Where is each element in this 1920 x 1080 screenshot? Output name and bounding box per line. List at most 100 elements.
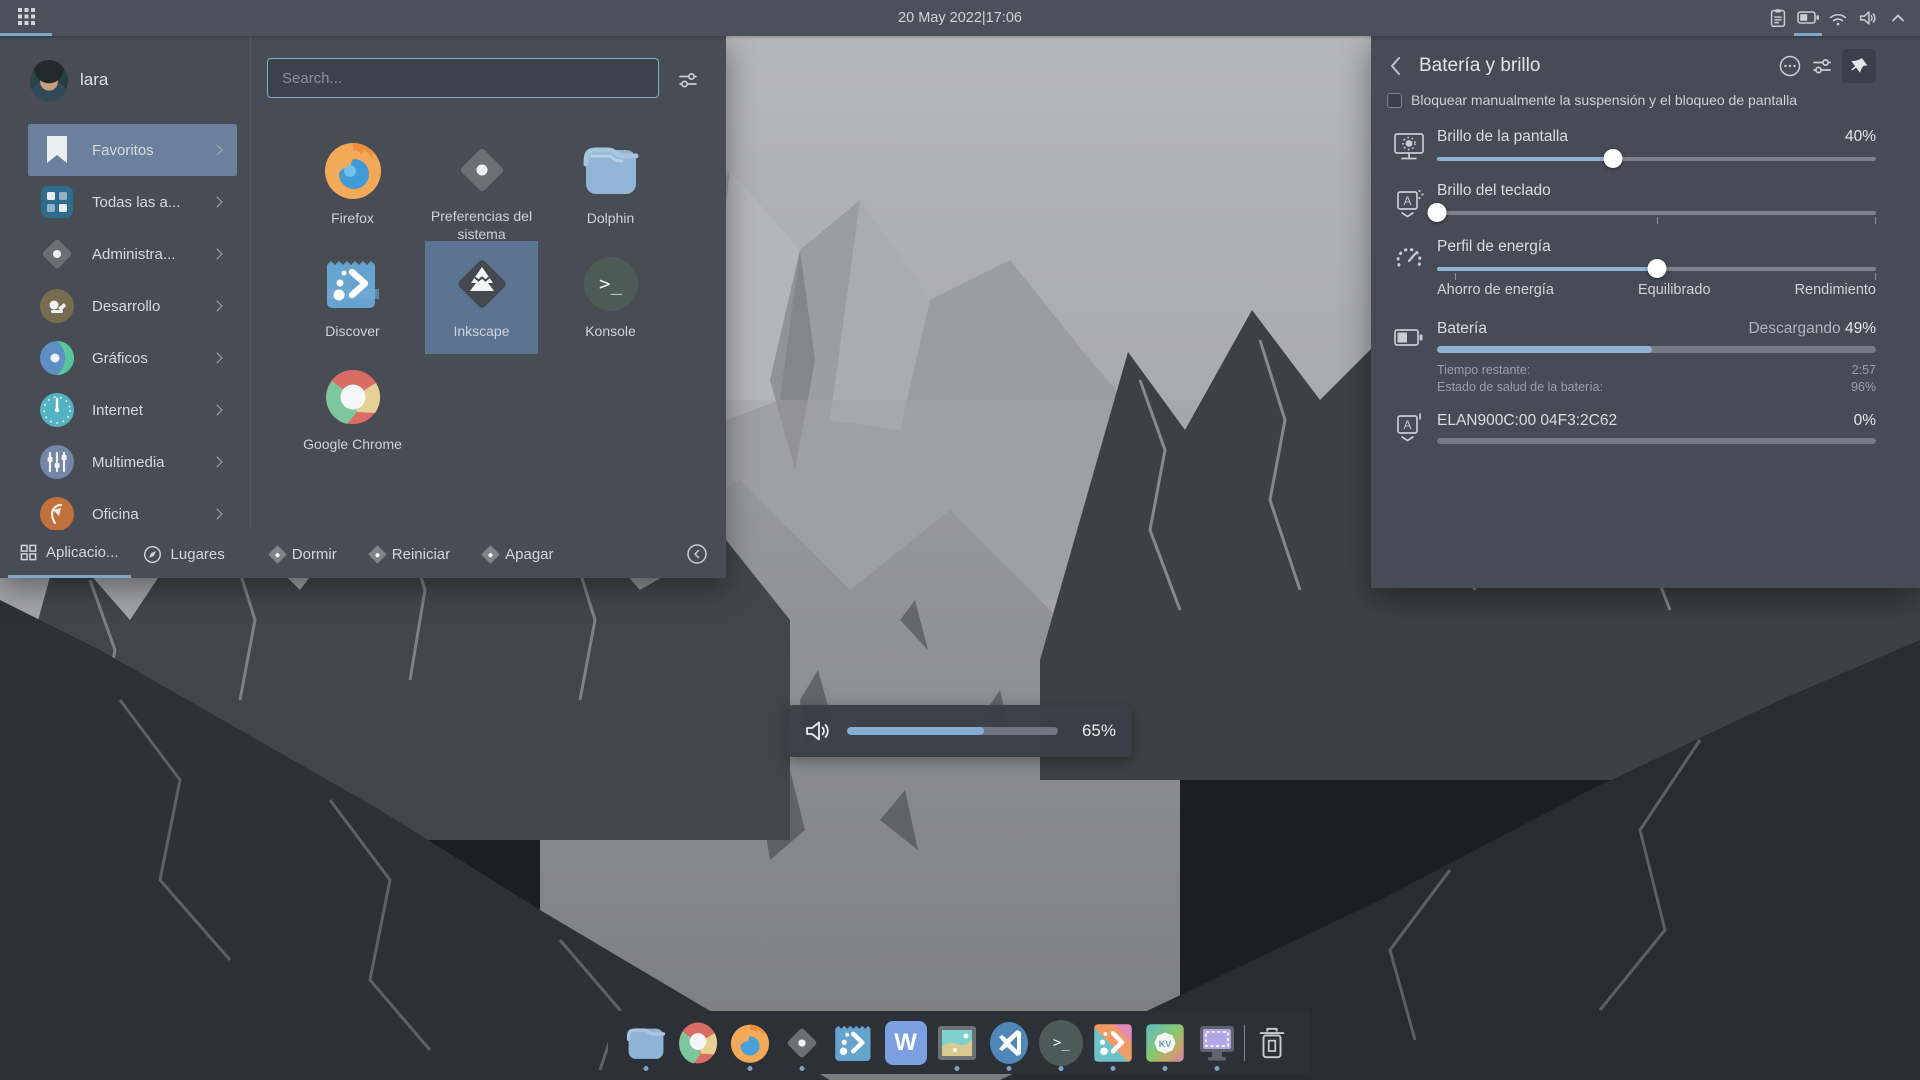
office-icon: [36, 493, 78, 535]
battery-icon[interactable]: [1794, 0, 1822, 36]
tab-lugares[interactable]: Lugares: [131, 530, 237, 578]
dock-item-dolphin[interactable]: [620, 1011, 672, 1074]
session-history-button[interactable]: [686, 530, 708, 578]
inkscape-icon: [451, 253, 513, 315]
battery-health-line: Estado de salud de la batería: 96%: [1437, 380, 1876, 394]
applet-header-icons: [1778, 49, 1876, 83]
slider-handle[interactable]: [1428, 203, 1447, 222]
slider-handle[interactable]: [1647, 259, 1666, 278]
dock-item-vscode[interactable]: [983, 1011, 1035, 1074]
display-config-icon: [1195, 1021, 1239, 1065]
chevron-right-icon: [211, 456, 222, 467]
app-tile-preferencias-del-sistema[interactable]: Preferencias del sistema: [425, 128, 538, 241]
pin-icon: [1849, 56, 1869, 76]
gwenview-icon: [935, 1021, 979, 1065]
back-button[interactable]: [1387, 55, 1405, 77]
overflow-menu-button[interactable]: [1778, 54, 1802, 78]
power-profile-row: Perfil de energía Ahorro de energía Equi…: [1437, 238, 1876, 298]
shutdown-button[interactable]: Apagar: [484, 546, 553, 563]
app-grid-icon: [17, 7, 36, 26]
chevron-up-icon[interactable]: [1884, 0, 1912, 36]
kvantum-icon: KV: [1144, 1021, 1186, 1065]
app-tile-inkscape[interactable]: Inkscape: [425, 241, 538, 354]
session-actions: Dormir Reiniciar Apagar: [271, 530, 554, 578]
bookmark-icon: [36, 129, 78, 171]
konsole-icon: >_: [1039, 1020, 1083, 1066]
google-chrome-icon: [676, 1020, 720, 1066]
sidebar-item-desarrollo[interactable]: Desarrollo: [32, 280, 229, 332]
chevron-right-icon: [211, 196, 222, 207]
power-profile-slider[interactable]: [1437, 258, 1876, 280]
app-tile-firefox[interactable]: Firefox: [296, 128, 409, 241]
launcher-divider: [250, 36, 251, 578]
sleep-icon: [268, 545, 286, 563]
avatar[interactable]: [30, 60, 68, 102]
applications-icon: [20, 544, 37, 561]
battery-row: Batería Descargando 49% Tiempo restante:…: [1437, 320, 1876, 394]
sidebar-item-todas-las-aplicaciones[interactable]: Todas las a...: [32, 176, 229, 228]
volume-osd: 65%: [787, 705, 1132, 757]
dock-item-firefox[interactable]: [724, 1011, 776, 1074]
manual-block-checkbox-row[interactable]: Bloquear manualmente la suspensión y el …: [1387, 92, 1876, 108]
restart-icon: [368, 545, 386, 563]
search-input[interactable]: [267, 58, 659, 98]
svg-text:A: A: [1403, 418, 1411, 432]
configure-button[interactable]: [1810, 54, 1834, 78]
dock-item-multicolor-app[interactable]: [1087, 1011, 1139, 1074]
restart-button[interactable]: Reiniciar: [371, 546, 450, 563]
sidebar-item-favoritos[interactable]: Favoritos: [28, 124, 237, 176]
internet-icon: [36, 389, 78, 431]
peripheral-progressbar: [1437, 438, 1876, 444]
tab-aplicaciones[interactable]: Aplicacio...: [8, 530, 131, 578]
dock: W >_: [608, 1011, 1310, 1074]
app-tile-dolphin[interactable]: Dolphin: [554, 128, 667, 241]
dock-item-system-settings[interactable]: [776, 1011, 828, 1074]
dock-item-gwenview[interactable]: [932, 1011, 984, 1074]
peripheral-name: ELAN900C:00 04F3:2C62: [1437, 412, 1617, 430]
app-tile-konsole[interactable]: >_ Konsole: [554, 241, 667, 354]
wifi-icon[interactable]: [1824, 0, 1852, 36]
dock-item-w-app[interactable]: W: [880, 1011, 932, 1074]
screen-brightness-icon: [1391, 128, 1427, 164]
battery-percent: 49%: [1845, 320, 1876, 337]
battery-time-line: Tiempo restante: 2:57: [1437, 363, 1876, 377]
chevron-right-icon: [211, 508, 222, 519]
sidebar-item-internet[interactable]: Internet: [32, 384, 229, 436]
system-settings-icon: [451, 140, 513, 200]
slider-handle[interactable]: [1603, 149, 1622, 168]
chevron-right-icon: [211, 352, 222, 363]
dock-item-kvantum[interactable]: KV: [1139, 1011, 1191, 1074]
dock-item-google-chrome[interactable]: [672, 1011, 724, 1074]
username: lara: [80, 70, 108, 90]
system-tray: [1764, 0, 1920, 36]
app-tile-google-chrome[interactable]: Google Chrome: [296, 354, 409, 467]
multicolor-app-icon: [1092, 1021, 1134, 1065]
keyboard-brightness-row: A Brillo del teclado: [1437, 182, 1876, 224]
dock-item-konsole[interactable]: >_: [1035, 1011, 1087, 1074]
pin-button[interactable]: [1842, 49, 1876, 83]
vscode-icon: [987, 1020, 1031, 1066]
peripheral-percent: 0%: [1854, 412, 1876, 430]
clipboard-icon[interactable]: [1764, 0, 1792, 36]
power-profile-options: Ahorro de energía Equilibrado Rendimient…: [1437, 282, 1876, 298]
sidebar-item-administracion[interactable]: Administra...: [32, 228, 229, 280]
peripheral-device-icon: A: [1391, 410, 1427, 446]
sleep-button[interactable]: Dormir: [271, 546, 337, 563]
option-ahorro: Ahorro de energía: [1437, 282, 1554, 298]
checkbox[interactable]: [1387, 93, 1402, 108]
discover-icon: [322, 253, 384, 315]
screen-brightness-slider[interactable]: [1437, 148, 1876, 170]
w-app-icon: W: [885, 1021, 927, 1065]
app-tile-discover[interactable]: Discover: [296, 241, 409, 354]
dolphin-icon: [624, 1021, 668, 1065]
sidebar-item-multimedia[interactable]: Multimedia: [32, 436, 229, 488]
dock-item-discover[interactable]: [828, 1011, 880, 1074]
application-launcher-button[interactable]: [0, 0, 52, 36]
sidebar-item-graficos[interactable]: Gráficos: [32, 332, 229, 384]
configure-icon[interactable]: [676, 68, 700, 97]
dock-item-trash[interactable]: [1246, 1011, 1298, 1074]
digital-clock[interactable]: 20 May 2022|17:06: [898, 0, 1022, 36]
keyboard-brightness-slider[interactable]: [1437, 202, 1876, 224]
dock-item-display-config[interactable]: [1191, 1011, 1243, 1074]
volume-icon[interactable]: [1854, 0, 1882, 36]
